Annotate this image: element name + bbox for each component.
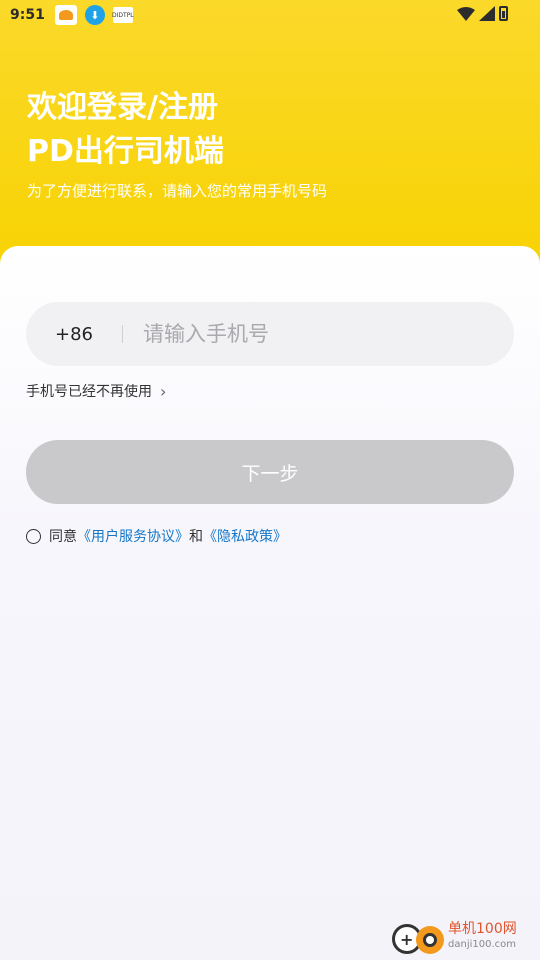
login-card: +86 手机号已经不再使用 › 下一步 同意 《用户服务协议》 和 《隐私政策》 (0, 246, 540, 960)
wifi-icon (457, 6, 475, 21)
agreement-radio[interactable] (26, 528, 41, 544)
signal-icon (479, 6, 495, 21)
watermark-name: 单机100网 (448, 921, 517, 937)
status-bar: 9:51 ⬇ DIDTPL (0, 0, 540, 30)
welcome-subtitle: 为了方便进行联系，请输入您的常用手机号码 (27, 182, 328, 200)
battery-icon (499, 6, 508, 21)
welcome-title-line2: PD出行司机端 (27, 134, 224, 169)
agreement-prefix: 同意 (49, 529, 77, 545)
country-code[interactable]: +86 (26, 324, 122, 345)
agreement-and: 和 (189, 529, 203, 545)
next-step-button[interactable]: 下一步 (26, 440, 514, 504)
privacy-policy-link[interactable]: 《隐私政策》 (203, 526, 287, 546)
phone-input-box[interactable]: +86 (26, 302, 514, 366)
input-divider (122, 325, 123, 343)
phone-input[interactable] (143, 314, 514, 354)
status-time: 9:51 (10, 7, 45, 23)
download-icon: ⬇ (84, 5, 105, 25)
watermark-logo-icon: + (390, 916, 448, 958)
agreement-row: 同意 《用户服务协议》 和 《隐私政策》 (26, 526, 287, 546)
watermark: + 单机100网 danji100.com (390, 914, 540, 960)
status-indicators (457, 6, 508, 21)
watermark-text: 单机100网 danji100.com (448, 921, 517, 953)
welcome-title-line1: 欢迎登录/注册 (27, 90, 218, 125)
phone-no-longer-used-label: 手机号已经不再使用 (26, 384, 152, 400)
watermark-url: danji100.com (448, 939, 516, 950)
welcome-title: 欢迎登录/注册 PD出行司机端 (27, 86, 507, 174)
chevron-right-icon: › (160, 381, 167, 401)
notification-thumbnail-icon: DIDTPL (112, 7, 134, 23)
app-notification-icon (54, 5, 77, 25)
phone-no-longer-used-link[interactable]: 手机号已经不再使用 › (26, 381, 166, 401)
user-agreement-link[interactable]: 《用户服务协议》 (77, 526, 189, 546)
